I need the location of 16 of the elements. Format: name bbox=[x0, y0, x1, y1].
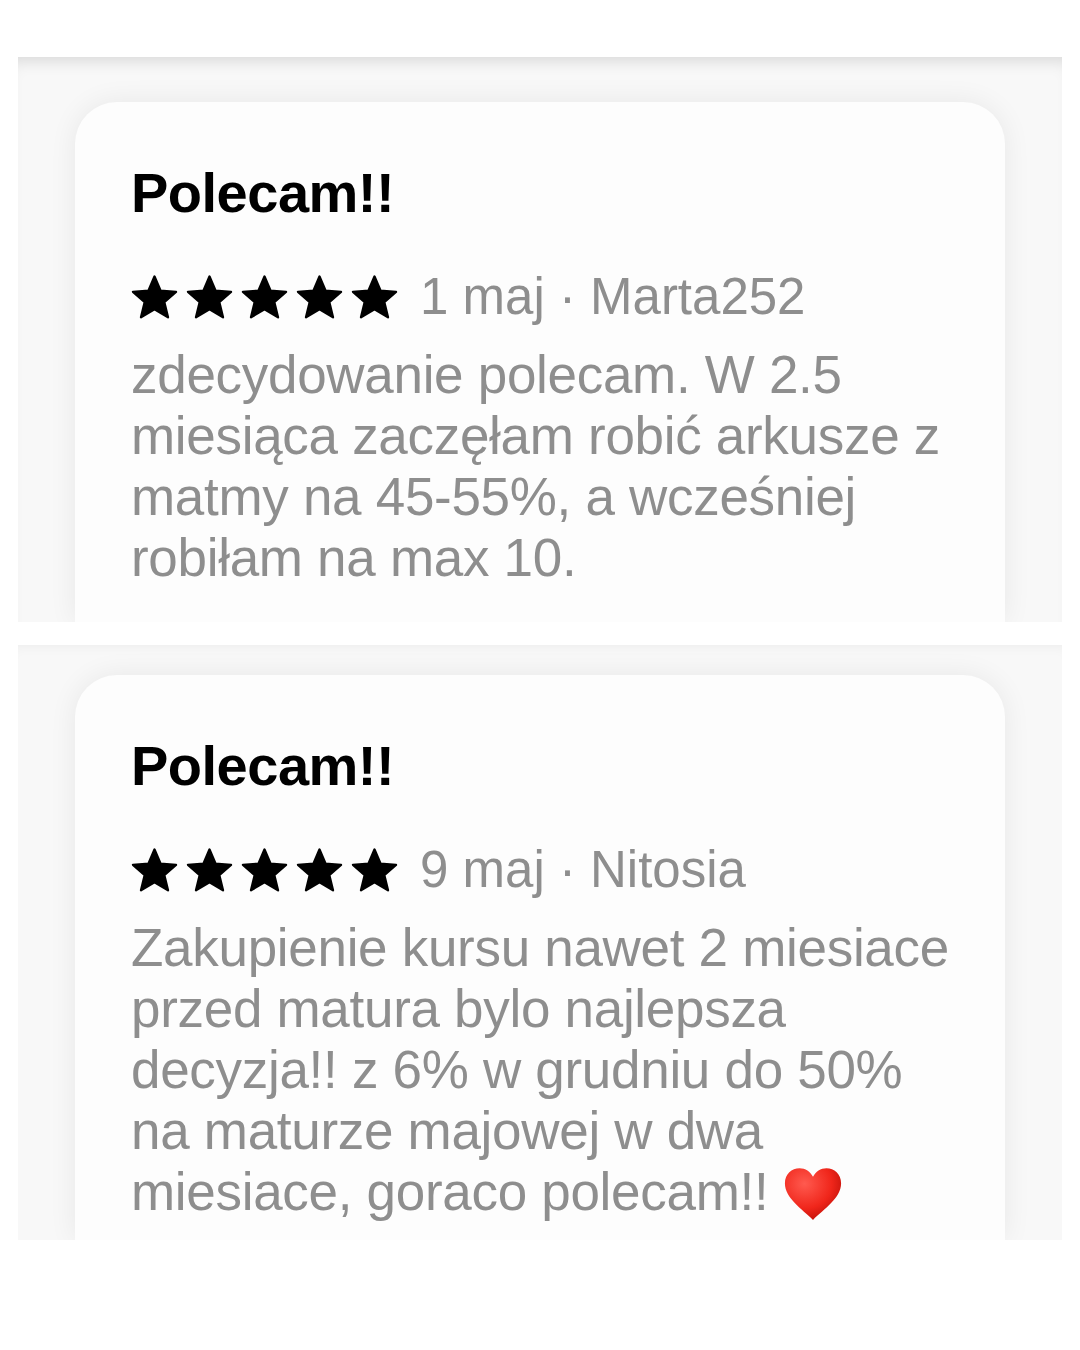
star-icon bbox=[131, 274, 178, 320]
star-icon bbox=[131, 847, 178, 893]
review-byline: 9 maj · Nitosia bbox=[420, 840, 746, 900]
review-text: zdecydowanie polecam. W 2.5 miesiąca zaczęłam robić arkusze z matmy na 45-55%, a wcześniej robiłam na max 10. bbox=[131, 345, 940, 587]
star-icon bbox=[296, 847, 343, 893]
star-icon bbox=[186, 274, 233, 320]
review-title: Polecam!! bbox=[131, 733, 396, 799]
review-byline: 1 maj · Marta252 bbox=[420, 267, 806, 327]
star-icon bbox=[296, 274, 343, 320]
star-icon bbox=[241, 274, 288, 320]
review-text: Zakupienie kursu nawet 2 miesiace przed matura bylo najlepsza decyzja!! z 6% w grudniu do 50% na maturze majowej w dwa miesiace, goraco polecam!! bbox=[131, 918, 949, 1221]
star-icon bbox=[351, 274, 398, 320]
review-title: Polecam!! bbox=[131, 160, 396, 226]
star-icon bbox=[351, 847, 398, 893]
star-icon bbox=[186, 847, 233, 893]
star-icon bbox=[241, 847, 288, 893]
